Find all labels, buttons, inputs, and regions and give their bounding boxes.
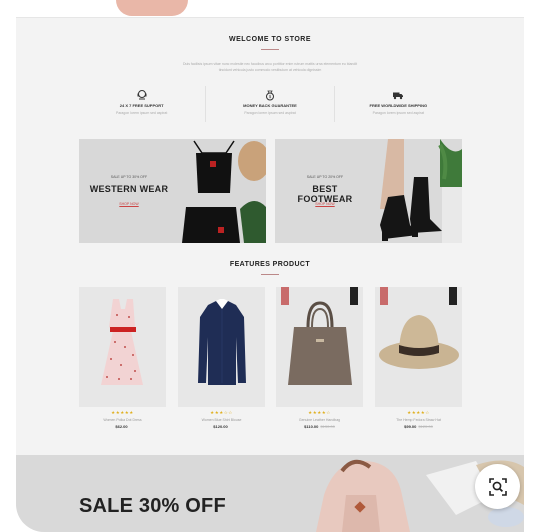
new-badge [350,287,358,305]
current-price: $110.00 [304,424,319,429]
sale-banner[interactable]: SALE 30% OFF [16,455,524,532]
rating-stars: ★★★★☆ [308,410,331,415]
banner-sale-text: SALE UP TO 20% OFF [306,175,344,179]
store-page: WELCOME TO STORE Duis facilisis ipsum vi… [16,0,524,532]
banner-sale-text: SALE UP TO 30% OFF [110,175,148,179]
money-icon: $ [265,90,274,101]
feature-title: 24 X 7 FREE SUPPORT [119,103,164,108]
banner-best-footwear[interactable]: SALE UP TO 20% OFF BEST FOOTWEAR SHOP NO… [275,139,462,243]
product-card[interactable]: ★★★☆☆ Women Blue Shirt Blouse $120.00 [178,287,265,429]
product-name[interactable]: The Hemp Fedora Straw Hat [375,418,462,422]
banner-title: WESTERN WEAR [89,184,169,194]
product-price: $62.00 [79,424,166,429]
title-divider [261,49,279,50]
hat-icon [379,315,459,369]
old-price: $130.00 [320,424,335,429]
new-badge [449,287,457,305]
product-card[interactable]: ★★★★☆ Genuine Leather Handbag $110.00 $13… [276,287,363,429]
product-price: $120.00 [178,424,265,429]
svg-text:$: $ [269,94,272,100]
rating-stars: ★★★★☆ [407,410,430,415]
service-features: 24 X 7 FREE SUPPORT Paragon lorem ipsum … [78,86,462,122]
product-name[interactable]: Women Polka Dot Dress [79,418,166,422]
product-image[interactable] [276,287,363,407]
handbag-icon [288,301,352,385]
product-card[interactable]: ★★★★☆ The Hemp Fedora Straw Hat $99.00 $1… [375,287,462,429]
shirt-icon [198,299,246,385]
feature-subtitle: Paragon lorem ipsum sed aspirat [244,111,296,115]
banner-title: BEST FOOTWEAR [297,184,353,204]
shop-now-link[interactable]: SHOP NOW [289,202,361,206]
banner-western-wear[interactable]: SALE UP TO 30% OFF WESTERN WEAR SHOP NOW [79,139,266,243]
product-price: $99.00 $120.00 [375,424,462,429]
welcome-text-line-2: tincidunt vehicula justo commodo vestibu… [218,68,322,72]
sale-badge [380,287,388,305]
product-card[interactable]: ★★★★★ Women Polka Dot Dress $62.00 [79,287,166,429]
feature-title: FREE WORLDWIDE SHIPPING [369,103,428,108]
old-price: $120.00 [418,424,433,429]
rating-stars: ★★★☆☆ [210,410,233,415]
product-name[interactable]: Genuine Leather Handbag [276,418,363,422]
truck-icon [393,92,404,100]
feature-subtitle: Paragon lorem ipsum sed aspirat [372,111,424,115]
visual-search-button[interactable] [475,464,520,509]
product-image[interactable] [178,287,265,407]
product-image[interactable] [375,287,462,407]
model-image-crop [116,0,188,16]
product-price: $110.00 $130.00 [276,424,363,429]
sale-badge [281,287,289,305]
welcome-title: WELCOME TO STORE [228,36,312,43]
current-price: $99.00 [404,424,417,429]
product-image[interactable] [79,287,166,407]
current-price: $62.00 [115,424,128,429]
feature-title: MONEY BACK GUARANTEE [243,103,297,108]
product-name[interactable]: Women Blue Shirt Blouse [178,418,265,422]
rating-stars: ★★★★★ [111,410,134,415]
shop-now-link[interactable]: SHOP NOW [93,202,165,206]
feature-support: 24 X 7 FREE SUPPORT Paragon lorem ipsum … [78,86,207,122]
feature-subtitle: Paragon lorem ipsum sed aspirat [115,111,168,115]
boots-image [380,139,462,243]
current-price: $120.00 [213,424,228,429]
western-wear-image [182,140,266,243]
dress-icon [101,299,143,385]
lens-search-icon [488,477,507,496]
support-icon [137,90,147,100]
features-product-title: FEATURES PRODUCT [229,261,311,268]
previous-section-strip [16,0,524,18]
feature-money-back: $ MONEY BACK GUARANTEE Paragon lorem ips… [206,86,335,122]
sale-banner-title: SALE 30% OFF [79,495,226,517]
title-divider [261,274,279,275]
feature-free-shipping: FREE WORLDWIDE SHIPPING Paragon lorem ip… [335,86,462,122]
